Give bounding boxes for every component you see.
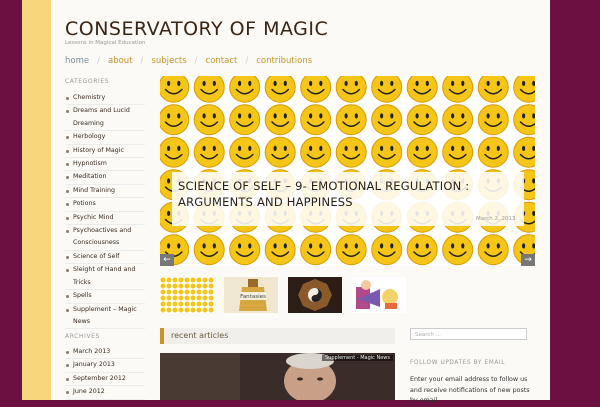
- nav-subjects[interactable]: subjects: [151, 56, 186, 66]
- fantasies-thumbnail-image: Fantasies: [224, 277, 278, 313]
- magician-thumbnail[interactable]: [352, 277, 406, 313]
- site-title[interactable]: CONSERVATORY OF MAGIC: [65, 18, 328, 40]
- categories-heading: CATEGORIES: [65, 78, 110, 85]
- bagua-thumbnail-image: [288, 277, 342, 313]
- nav-about[interactable]: about: [108, 56, 133, 66]
- arrow-right-icon[interactable]: →: [521, 254, 535, 266]
- nav-separator: /: [140, 56, 144, 66]
- nav-contact[interactable]: contact: [206, 56, 238, 66]
- category-science-of-self[interactable]: Science of Self: [65, 251, 145, 265]
- archive-march-2013[interactable]: March 2013: [65, 346, 145, 360]
- accent-stripe: [22, 0, 51, 400]
- category-potions[interactable]: Potions: [65, 198, 145, 212]
- follow-description: Enter your email address to follow us an…: [410, 376, 530, 404]
- category-psychic-mind[interactable]: Psychic Mind: [65, 212, 145, 226]
- search-input[interactable]: Search ...: [410, 328, 527, 340]
- smiley-pattern-image: [160, 76, 535, 266]
- archives-heading: ARCHIVES: [65, 333, 100, 340]
- archive-september-2012[interactable]: September 2012: [65, 373, 145, 387]
- archive-january-2013[interactable]: January 2013: [65, 359, 145, 373]
- slide-date: March 2, 2013: [476, 216, 516, 222]
- categories-list: Chemistry Dreams and Lucid Dreaming Herb…: [65, 92, 145, 330]
- nav-home[interactable]: home: [65, 56, 89, 66]
- fantasies-label: Fantasies: [240, 294, 266, 300]
- category-chemistry[interactable]: Chemistry: [65, 92, 145, 106]
- follow-heading: FOLLOW UPDATES BY EMAIL: [410, 360, 506, 366]
- site-tagline: Lessons in Magical Education: [65, 40, 146, 46]
- smiley-thumbnail-image: [160, 277, 214, 313]
- nav-separator: /: [97, 56, 100, 66]
- nav-separator: /: [194, 56, 198, 66]
- category-meditation[interactable]: Meditation: [65, 171, 145, 185]
- category-hypnotism[interactable]: Hypnotism: [65, 158, 145, 172]
- archives-list: March 2013 January 2013 September 2012 J…: [65, 346, 145, 400]
- featured-category-tag[interactable]: Supplement - Magic News: [322, 355, 394, 361]
- archive-june-2012[interactable]: June 2012: [65, 386, 145, 400]
- smiley-thumbnail[interactable]: [160, 277, 214, 313]
- category-psychoactives[interactable]: Psychoactives and Consciousness: [65, 225, 145, 251]
- arrow-left-icon[interactable]: ←: [160, 254, 174, 266]
- category-sleight-of-hand[interactable]: Sleight of Hand and Tricks: [65, 264, 145, 291]
- main-navigation: home / about / subjects / contact / cont…: [65, 56, 312, 66]
- category-spells[interactable]: Spells: [65, 290, 145, 304]
- recent-articles-heading: recent articles: [171, 331, 229, 340]
- slide-title[interactable]: SCIENCE OF SELF – 9- EMOTIONAL REGULATIO…: [178, 178, 514, 210]
- nav-separator: /: [245, 56, 249, 66]
- nav-contributions[interactable]: contributions: [256, 56, 312, 66]
- category-mind-training[interactable]: Mind Training: [65, 185, 145, 199]
- bagua-thumbnail[interactable]: [288, 277, 342, 313]
- category-history-of-magic[interactable]: History of Magic: [65, 145, 145, 159]
- category-herbology[interactable]: Herbology: [65, 131, 145, 145]
- category-dreams[interactable]: Dreams and Lucid Dreaming: [65, 105, 145, 132]
- featured-slider[interactable]: [160, 76, 535, 266]
- fantasies-thumbnail[interactable]: Fantasies: [224, 277, 278, 313]
- section-accent: [160, 328, 164, 344]
- category-magic-news[interactable]: Supplement – Magic News: [65, 304, 145, 330]
- magician-thumbnail-image: [352, 277, 406, 313]
